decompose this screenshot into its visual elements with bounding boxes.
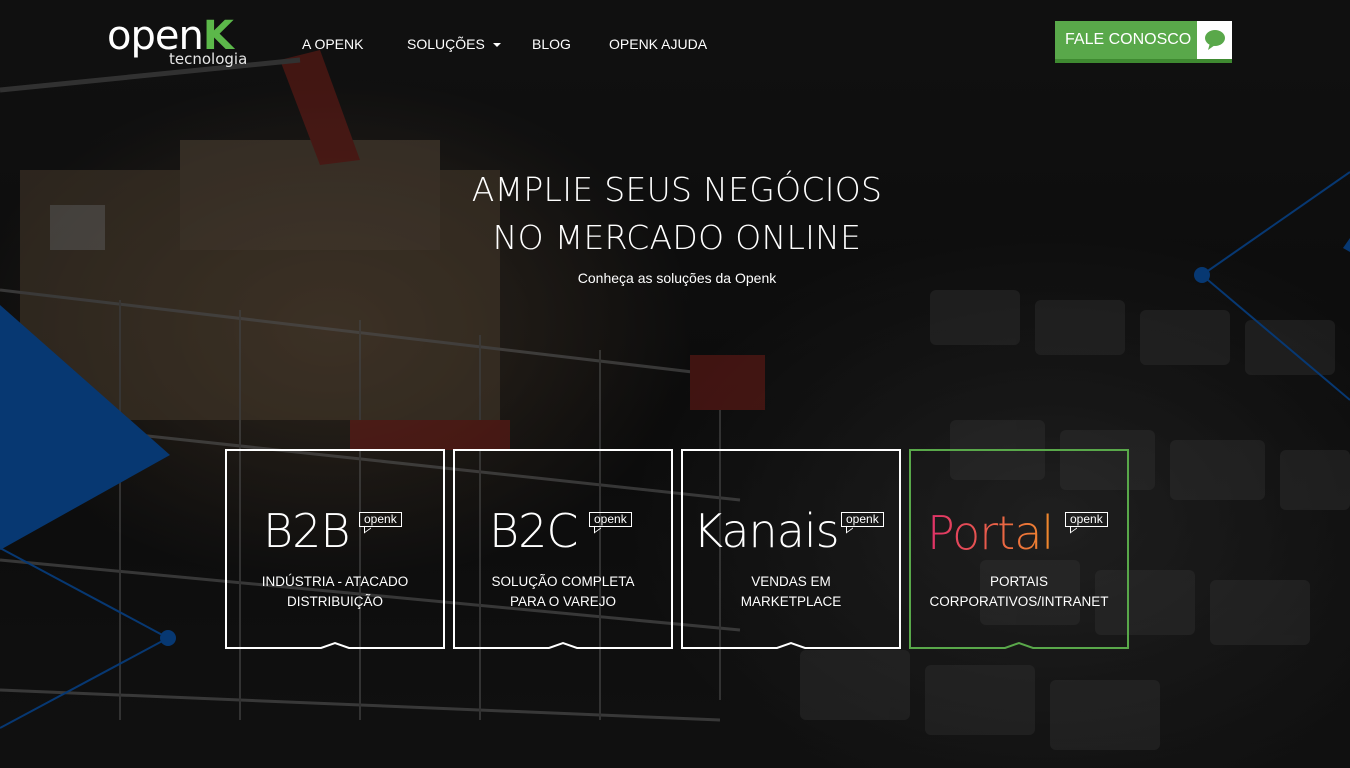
hero-subtitle: Conheça as soluções da Openk: [577, 270, 777, 286]
card-bottom-notch: [681, 641, 901, 649]
card-description-line2: CORPORATIVOS/INTRANET: [929, 594, 1109, 609]
svg-text:Portal: Portal: [927, 506, 1053, 559]
hero-title: AMPLIE SEUS NEGÓCIOS NO MERCADO ONLINE: [0, 166, 1350, 262]
fale-conosco-label: FALE CONOSCO: [1065, 31, 1192, 48]
nav-item-blog[interactable]: BLOG: [532, 35, 571, 53]
card-description-line1: VENDAS EM: [751, 574, 831, 589]
nav-item-solucoes-label: SOLUÇÕES: [407, 36, 485, 52]
card-bottom-notch: [909, 641, 1129, 649]
openk-tag: openk: [1065, 512, 1108, 527]
nav-item-a-openk[interactable]: A OPENK: [302, 35, 363, 53]
card-description-line1: INDÚSTRIA - ATACADO: [261, 574, 409, 589]
nav-item-openk-ajuda[interactable]: OPENK AJUDA: [609, 35, 707, 53]
solution-card-portal[interactable]: Portal openk PORTAIS CORPORATIVOS/INTRAN…: [909, 449, 1129, 649]
nav-item-solucoes[interactable]: SOLUÇÕES: [407, 35, 501, 53]
fale-conosco-button[interactable]: FALE CONOSCO: [1055, 21, 1232, 63]
dark-overlay: [0, 0, 1350, 768]
hero-title-line1: AMPLIE SEUS NEGÓCIOS: [471, 170, 883, 209]
solution-card-kanais[interactable]: Kanais openk VENDAS EM MARKETPLACE: [681, 449, 901, 649]
card-bottom-notch: [453, 641, 673, 649]
card-description-line2: PARA O VAREJO: [509, 594, 617, 609]
card-description-line1: SOLUÇÃO COMPLETA: [491, 574, 635, 589]
solution-card-b2c[interactable]: B2C openk SOLUÇÃO COMPLETA PARA O VAREJO: [453, 449, 673, 649]
openk-tag: openk: [841, 512, 884, 527]
openk-tag: openk: [359, 512, 402, 527]
openk-logo[interactable]: openK tecnologia: [107, 14, 252, 70]
openk-tag: openk: [589, 512, 632, 527]
card-description: SOLUÇÃO COMPLETA PARA O VAREJO: [455, 572, 671, 612]
card-title-portal: Portal: [927, 506, 1054, 559]
hero-title-line2: NO MERCADO ONLINE: [492, 218, 862, 257]
chat-bubble-icon: [1197, 21, 1232, 59]
card-description: INDÚSTRIA - ATACADO DISTRIBUIÇÃO: [227, 572, 443, 612]
caret-down-icon: [492, 43, 501, 48]
card-description: VENDAS EM MARKETPLACE: [683, 572, 899, 612]
card-description-line1: PORTAIS: [989, 574, 1048, 589]
card-bottom-notch: [225, 641, 445, 649]
card-description-line2: MARKETPLACE: [740, 594, 842, 609]
card-description: PORTAIS CORPORATIVOS/INTRANET: [911, 572, 1127, 612]
card-description-line2: DISTRIBUIÇÃO: [286, 594, 383, 609]
solution-card-b2b[interactable]: B2B openk INDÚSTRIA - ATACADO DISTRIBUIÇ…: [225, 449, 445, 649]
logo-subtitle: tecnologia: [169, 50, 248, 68]
